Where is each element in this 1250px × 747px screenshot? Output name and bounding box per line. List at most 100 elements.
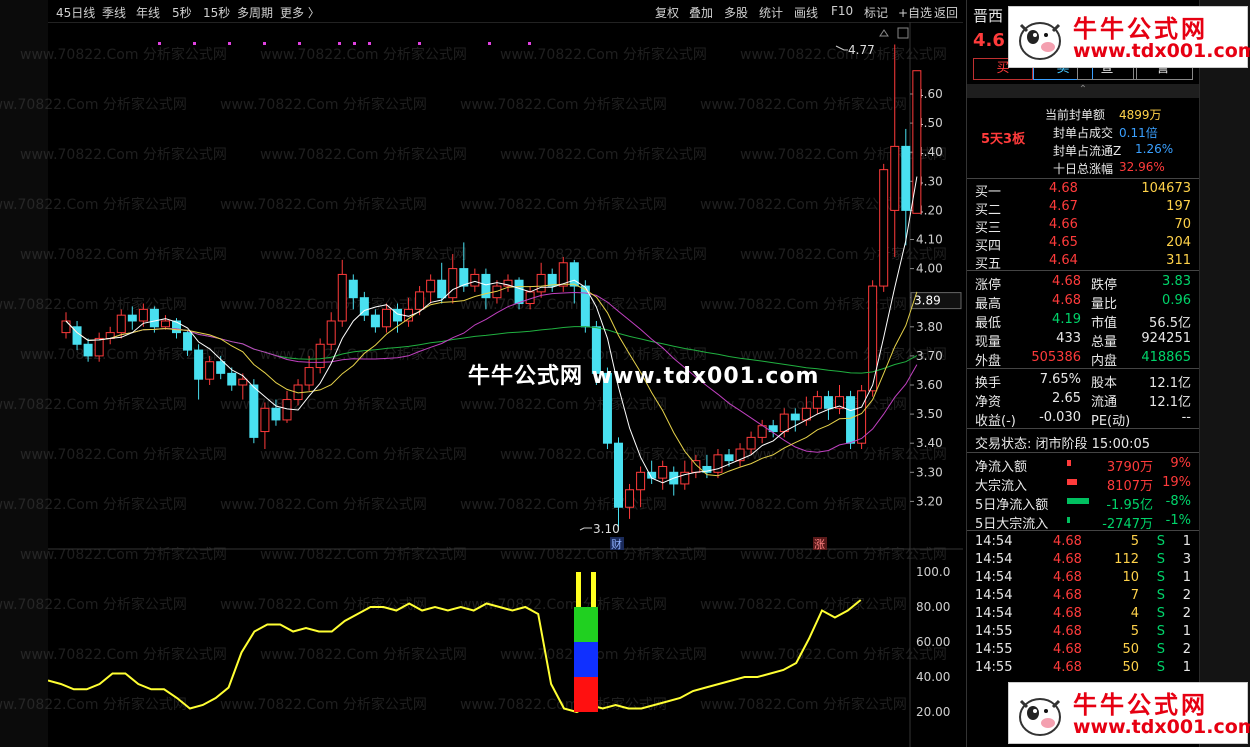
candle-body: [260, 407, 270, 433]
price-axis-label: 3.40: [916, 436, 943, 450]
logo-url: www.tdx001.com: [1073, 40, 1250, 62]
price-axis-label: 3.30: [916, 465, 943, 479]
tick-count: 1: [1182, 660, 1191, 675]
tick-volume: 4: [1130, 606, 1139, 621]
candle-body: [183, 332, 193, 351]
candle-body: [326, 320, 336, 345]
candle-body: [127, 314, 137, 322]
tick-volume: 50: [1122, 660, 1139, 675]
seal-turnover-value: 0.11倍: [1119, 126, 1158, 140]
candle-body: [625, 489, 635, 508]
seal-turnover-label: 封单占成交: [1053, 126, 1114, 140]
tick-row: 14:54 4.68 4 S 2: [967, 605, 1199, 623]
tick-side: S: [1156, 570, 1165, 585]
side-toolbar: [1199, 0, 1250, 747]
candle-body: [205, 361, 215, 380]
candle-body: [249, 384, 259, 438]
flow-bar: [1067, 498, 1089, 504]
vol_ratio-label: 量比: [1091, 297, 1118, 312]
candle-body: [823, 396, 833, 409]
quote-row: 最低 4.19 市值 56.5亿: [967, 311, 1199, 331]
period-year[interactable]: 年线: [136, 4, 160, 21]
brand-logo-top: 牛牛公式网 www.tdx001.com: [1008, 6, 1250, 68]
high-marker-arrow: [835, 45, 848, 51]
tick-side: S: [1156, 552, 1165, 567]
candle-body: [569, 262, 579, 287]
candle-body: [746, 436, 756, 450]
nav-value: 2.65: [1052, 391, 1081, 406]
candle-body: [536, 273, 546, 293]
period-5sec[interactable]: 5秒: [172, 4, 192, 21]
tick-price: 4.68: [1053, 660, 1082, 675]
candle-body: [437, 279, 447, 299]
ma5-line: [65, 176, 918, 484]
center-watermark: 牛牛公式网 www.tdx001.com: [468, 364, 820, 389]
bid-volume: 104673: [1141, 181, 1191, 196]
logo-url: www.tdx001.com: [1073, 716, 1250, 738]
tick-volume: 10: [1122, 570, 1139, 585]
expand-icon: [879, 29, 889, 37]
flow-row: 净流入额 3790万 9%: [967, 455, 1199, 475]
candle-body: [83, 343, 93, 357]
flow-row: 5日大宗流入 -2747万 -1%: [967, 512, 1199, 532]
stock-name: 晋西: [973, 7, 1004, 25]
tick-count: 2: [1182, 642, 1191, 657]
candle-body: [636, 471, 646, 491]
tick-row: 14:55 4.68 50 S 1: [967, 659, 1199, 677]
candle-body: [315, 343, 325, 369]
order-book-row: 买四 4.65 204: [967, 234, 1199, 254]
bid-price: 4.66: [1049, 217, 1078, 232]
stock-price: 4.6: [973, 30, 1005, 51]
low-price-label: 3.10: [593, 522, 620, 536]
order-book-row: 买五 4.64 311: [967, 252, 1199, 272]
tick-count: 1: [1182, 624, 1191, 639]
f10-button[interactable]: F10: [831, 4, 853, 18]
share_cap-label: 股本: [1091, 376, 1118, 391]
flow-label: 大宗流入: [975, 479, 1028, 494]
candle-body: [459, 268, 469, 287]
adjust-button[interactable]: 复权: [655, 4, 679, 21]
tick-count: 1: [1182, 570, 1191, 585]
turnover-label: 换手: [975, 376, 1002, 391]
multi-period-button[interactable]: 多周期: [237, 4, 273, 21]
low-marker-arrow: [579, 527, 592, 531]
candle-body: [890, 145, 900, 211]
logo-title: 牛牛公式网: [1073, 15, 1208, 43]
candle-body: [735, 448, 745, 462]
mark-button[interactable]: 标记: [864, 4, 888, 21]
period-quarter[interactable]: 季线: [102, 4, 126, 21]
candle-body: [901, 145, 911, 211]
back-button[interactable]: 返回: [934, 4, 958, 21]
candle-body: [61, 320, 71, 334]
quote-row: 涨停 4.68 跌停 3.83: [967, 273, 1199, 293]
tick-row: 14:54 4.68 112 S 3: [967, 551, 1199, 569]
tick-price: 4.68: [1053, 552, 1082, 567]
low-label: 最低: [975, 316, 1002, 331]
flow-percent: -8%: [1165, 494, 1191, 509]
maximize-icon: [897, 27, 909, 39]
tick-time: 14:54: [975, 606, 1013, 621]
period-15sec[interactable]: 15秒: [203, 4, 230, 21]
stats-button[interactable]: 统计: [759, 4, 783, 21]
signal-bar-yellow: [591, 572, 596, 607]
float-value: 12.1亿: [1149, 395, 1191, 410]
overlay-button[interactable]: 叠加: [689, 4, 713, 21]
collapse-toggle[interactable]: ⌃: [967, 84, 1199, 98]
pe-value: --: [1181, 410, 1191, 425]
tick-volume: 112: [1114, 552, 1139, 567]
draw-line-button[interactable]: 画线: [794, 4, 818, 21]
tick-volume: 50: [1122, 642, 1139, 657]
tick-row: 14:55 4.68 50 S 2: [967, 641, 1199, 659]
more-button[interactable]: 更多 〉: [280, 4, 320, 21]
signal-dot: [298, 42, 301, 45]
add-favorite-button[interactable]: +自选: [898, 4, 932, 21]
seal-label: 当前封单额: [1045, 108, 1106, 122]
order-book-row: 买一 4.68 104673: [967, 180, 1199, 200]
multi-stock-button[interactable]: 多股: [724, 4, 748, 21]
current-price-value: 3.89: [914, 294, 941, 308]
flow-percent: 19%: [1162, 475, 1191, 490]
period-45day[interactable]: 45日线: [56, 4, 95, 21]
tick-time: 14:55: [975, 660, 1013, 675]
indicator-axis-label: 100.0: [916, 565, 950, 579]
indicator-axis-label: 20.00: [916, 705, 950, 719]
